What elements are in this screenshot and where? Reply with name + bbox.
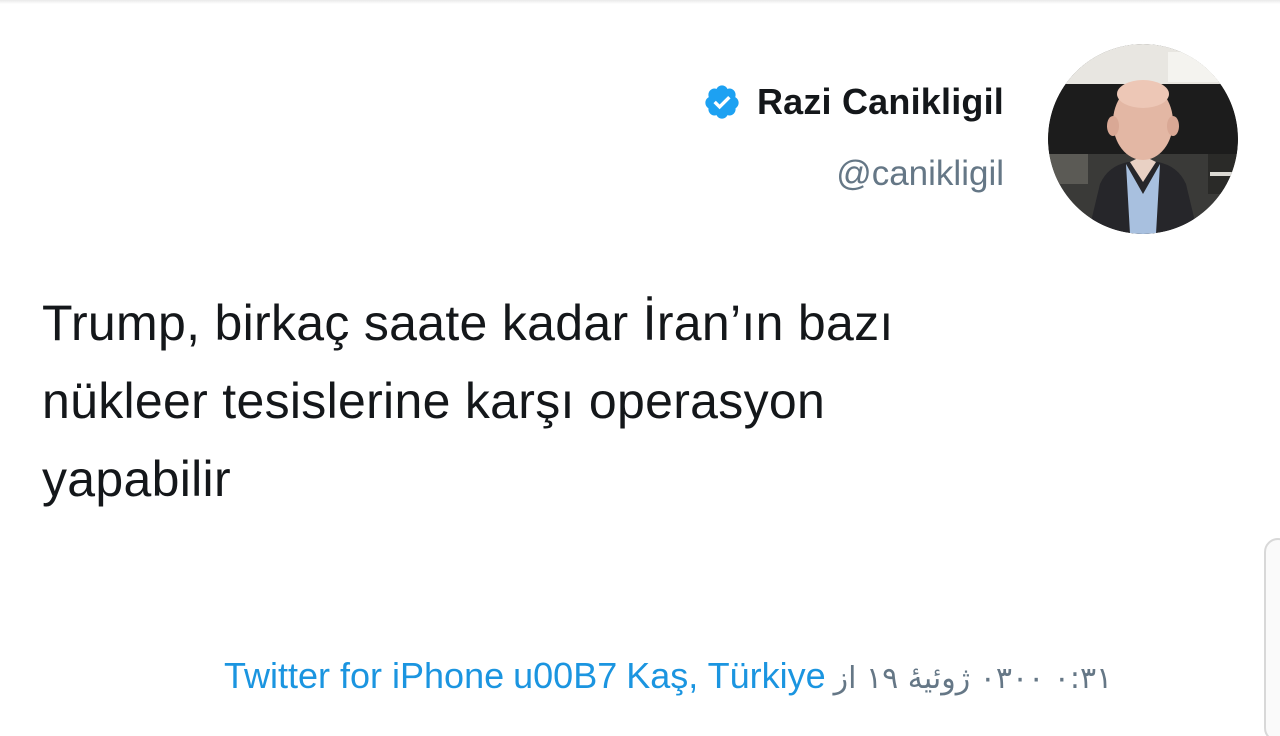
author-display-name[interactable]: Razi Canikligil [757, 81, 1004, 123]
verified-badge-icon [705, 85, 739, 119]
tweet-card: Razi Canikligil @canikligil Trump, birka… [0, 0, 1280, 736]
top-edge-divider [0, 0, 1280, 4]
tweet-meta: Twitter for iPhone u00B7 Kaş, Türkiye ۰:… [224, 655, 1112, 697]
tweet-text-line: Trump, birkaç saate kadar İran’ın bazı [42, 295, 894, 351]
author-names: Razi Canikligil @canikligil [703, 78, 1004, 194]
tweet-header: Razi Canikligil @canikligil [703, 44, 1238, 234]
author-handle[interactable]: @canikligil [836, 154, 1004, 194]
author-name-row[interactable]: Razi Canikligil [703, 78, 1004, 126]
tweet-text: Trump, birkaç saate kadar İran’ın bazı n… [42, 284, 1162, 518]
tweet-timestamp: ۰:۳۱ ۰۳۰۰ ژوئیهٔ ۱۹ از [833, 661, 1113, 696]
right-edge-frame [1264, 538, 1280, 736]
location-link[interactable]: Kaş, Türkiye [626, 655, 825, 697]
source-link[interactable]: Twitter for iPhone [224, 655, 504, 697]
author-avatar[interactable] [1048, 44, 1238, 234]
tweet-text-line: nükleer tesislerine karşı operasyon [42, 373, 826, 429]
tweet-text-line: yapabilir [42, 451, 231, 507]
meta-separator: u00B7 [513, 655, 618, 696]
